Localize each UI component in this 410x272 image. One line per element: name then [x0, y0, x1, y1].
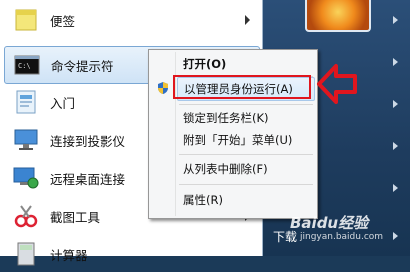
program-label: 连接到投影仪 — [50, 133, 126, 149]
program-label: 入门 — [50, 95, 76, 111]
program-item-calculator[interactable]: 计算器 — [4, 236, 258, 272]
submenu-arrow-icon[interactable] — [393, 58, 398, 66]
menu-separator — [179, 104, 313, 105]
program-label: 命令提示符 — [51, 58, 114, 74]
menu-separator — [179, 184, 313, 185]
program-item-sticky-notes[interactable]: 便签 — [4, 2, 258, 38]
program-label: 便签 — [50, 13, 76, 29]
menu-separator — [179, 154, 313, 155]
getting-started-icon — [12, 88, 40, 116]
snipping-tool-icon — [12, 202, 40, 230]
menu-item-open[interactable]: 打开(O) — [177, 53, 315, 75]
command-prompt-icon: C:\ — [13, 51, 41, 79]
remote-desktop-icon — [12, 164, 40, 192]
submenu-arrow-icon[interactable] — [245, 15, 250, 25]
projector-icon — [12, 126, 40, 154]
uac-shield-icon — [156, 81, 170, 95]
watermark-logo: Baidu经验 — [290, 214, 369, 232]
calculator-icon — [12, 240, 40, 268]
menu-item-pin-start[interactable]: 附到「开始」菜单(U) — [177, 129, 315, 151]
user-avatar[interactable] — [305, 0, 371, 32]
program-label: 截图工具 — [50, 209, 101, 225]
menu-item-properties[interactable]: 属性(R) — [177, 189, 315, 211]
menu-item-remove-list[interactable]: 从列表中删除(F) — [177, 158, 315, 180]
menu-item-pin-taskbar[interactable]: 锁定到任务栏(K) — [177, 107, 315, 129]
submenu-arrow-icon[interactable] — [393, 142, 398, 150]
svg-text:C:\: C:\ — [18, 62, 31, 70]
program-label: 计算器 — [50, 247, 88, 263]
program-label: 远程桌面连接 — [50, 171, 126, 187]
submenu-arrow-icon[interactable] — [393, 100, 398, 108]
sticky-notes-icon — [12, 6, 40, 34]
submenu-arrow-icon[interactable] — [393, 16, 398, 24]
watermark-url: jingyan.baidu.com — [300, 232, 384, 242]
submenu-arrow-icon[interactable] — [393, 184, 398, 192]
submenu-arrow-icon[interactable] — [393, 232, 398, 240]
annotation-arrow-icon — [317, 64, 357, 104]
highlight-annotation-box — [173, 75, 311, 99]
